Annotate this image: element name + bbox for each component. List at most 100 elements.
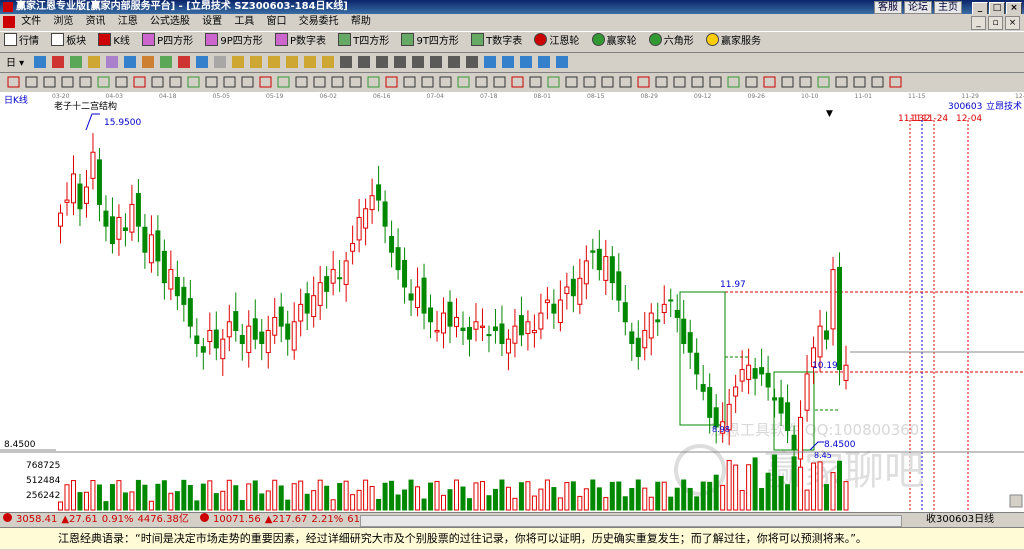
drawing-tool-icon[interactable] xyxy=(61,76,74,88)
drawing-tool-icon[interactable] xyxy=(475,76,488,88)
period-tool-icon[interactable] xyxy=(268,56,280,68)
period-tool-icon[interactable] xyxy=(556,56,568,68)
period-tool-icon[interactable] xyxy=(322,56,334,68)
menu-browse[interactable]: 浏览 xyxy=(53,16,73,27)
drawing-tool-icon[interactable] xyxy=(493,76,506,88)
drawing-tool-icon[interactable] xyxy=(385,76,398,88)
drawing-tool-icon[interactable] xyxy=(331,76,344,88)
period-tool-icon[interactable] xyxy=(412,56,424,68)
link-service[interactable]: 客服 xyxy=(874,1,902,14)
drawing-tool-icon[interactable] xyxy=(313,76,326,88)
drawing-tool-icon[interactable] xyxy=(691,76,704,88)
drawing-tool-icon[interactable] xyxy=(349,76,362,88)
drawing-tool-icon[interactable] xyxy=(97,76,110,88)
period-tool-icon[interactable] xyxy=(304,56,316,68)
period-tool-icon[interactable] xyxy=(448,56,460,68)
drawing-tool-icon[interactable] xyxy=(241,76,254,88)
tb-quotes[interactable]: 行情 xyxy=(0,32,39,52)
period-tool-icon[interactable] xyxy=(70,56,82,68)
drawing-tool-icon[interactable] xyxy=(889,76,902,88)
drawing-toolbar-icons[interactable] xyxy=(0,72,1024,92)
period-tool-icon[interactable] xyxy=(394,56,406,68)
link-forum[interactable]: 论坛 xyxy=(904,1,932,14)
drawing-tool-icon[interactable] xyxy=(835,76,848,88)
period-tool-icon[interactable] xyxy=(52,56,64,68)
period-tool-icon[interactable] xyxy=(430,56,442,68)
mdi-minimize-button[interactable]: _ xyxy=(971,16,986,30)
tb-9p-square[interactable]: 9P四方形 xyxy=(201,32,263,52)
menu-settings[interactable]: 设置 xyxy=(202,16,222,27)
drawing-tool-icon[interactable] xyxy=(709,76,722,88)
tb-winner-wheel[interactable]: 赢家轮 xyxy=(588,32,637,52)
period-tool-icon[interactable] xyxy=(34,56,46,68)
drawing-tool-icon[interactable] xyxy=(871,76,884,88)
drawing-tool-icon[interactable] xyxy=(745,76,758,88)
menu-window[interactable]: 窗口 xyxy=(267,16,287,27)
drawing-tool-icon[interactable] xyxy=(205,76,218,88)
drawing-tool-icon[interactable] xyxy=(259,76,272,88)
menu-formula[interactable]: 公式选股 xyxy=(150,16,190,27)
period-tool-icon[interactable] xyxy=(124,56,136,68)
drawing-tool-icon[interactable] xyxy=(781,76,794,88)
drawing-tool-icon[interactable] xyxy=(601,76,614,88)
horizontal-scrollbar[interactable] xyxy=(360,515,902,527)
drawing-tool-icon[interactable] xyxy=(565,76,578,88)
drawing-tool-icon[interactable] xyxy=(547,76,560,88)
menu-gann[interactable]: 江恩 xyxy=(118,16,138,27)
drawing-tool-icon[interactable] xyxy=(43,76,56,88)
drawing-tool-icon[interactable] xyxy=(169,76,182,88)
kline-chart[interactable]: 03-20 04-03 04-18 05-05 05-19 06-02 06-16 07-04… xyxy=(0,92,1024,512)
drawing-tool-icon[interactable] xyxy=(277,76,290,88)
drawing-tool-icon[interactable] xyxy=(817,76,830,88)
drawing-tool-icon[interactable] xyxy=(187,76,200,88)
tb-sector[interactable]: 板块 xyxy=(47,32,86,52)
link-home[interactable]: 主页 xyxy=(934,1,962,14)
period-tool-icon[interactable] xyxy=(232,56,244,68)
period-tool-icon[interactable] xyxy=(502,56,514,68)
menu-trade[interactable]: 交易委托 xyxy=(299,16,339,27)
drawing-tool-icon[interactable] xyxy=(637,76,650,88)
drawing-tool-icon[interactable] xyxy=(223,76,236,88)
period-tool-icon[interactable] xyxy=(358,56,370,68)
tb-kline[interactable]: K线 xyxy=(94,32,130,52)
period-tool-icon[interactable] xyxy=(520,56,532,68)
period-tool-icon[interactable] xyxy=(106,56,118,68)
mdi-restore-button[interactable]: ▫ xyxy=(988,16,1003,30)
drawing-tool-icon[interactable] xyxy=(295,76,308,88)
drawing-tool-icon[interactable] xyxy=(403,76,416,88)
vscroll-button[interactable] xyxy=(1009,494,1023,508)
drawing-tool-icon[interactable] xyxy=(367,76,380,88)
drawing-tool-icon[interactable] xyxy=(529,76,542,88)
drawing-tool-icon[interactable] xyxy=(763,76,776,88)
tb-gann-wheel[interactable]: 江恩轮 xyxy=(530,32,579,52)
drawing-tool-icon[interactable] xyxy=(133,76,146,88)
period-tool-icon[interactable] xyxy=(286,56,298,68)
drawing-tool-icon[interactable] xyxy=(115,76,128,88)
period-tool-icon[interactable] xyxy=(376,56,388,68)
drawing-tool-icon[interactable] xyxy=(853,76,866,88)
drawing-tool-icon[interactable] xyxy=(511,76,524,88)
drawing-tool-icon[interactable] xyxy=(7,76,20,88)
period-tool-icon[interactable] xyxy=(160,56,172,68)
drawing-tool-icon[interactable] xyxy=(151,76,164,88)
tb-9t-square[interactable]: 9T四方形 xyxy=(397,32,459,52)
tb-hexagon[interactable]: 六角形 xyxy=(645,32,694,52)
drawing-tool-icon[interactable] xyxy=(727,76,740,88)
menu-news[interactable]: 资讯 xyxy=(86,16,106,27)
drawing-tool-icon[interactable] xyxy=(619,76,632,88)
drawing-tool-icon[interactable] xyxy=(799,76,812,88)
drawing-tool-icon[interactable] xyxy=(583,76,596,88)
period-tool-icon[interactable] xyxy=(340,56,352,68)
menu-file[interactable]: 文件 xyxy=(21,16,41,27)
tb-t-square[interactable]: T四方形 xyxy=(334,32,389,52)
period-tool-icon[interactable] xyxy=(538,56,550,68)
period-tool-icon[interactable] xyxy=(196,56,208,68)
tb-winner-service[interactable]: 赢家服务 xyxy=(702,32,761,52)
drawing-tool-icon[interactable] xyxy=(655,76,668,88)
tb-p-table[interactable]: P数字表 xyxy=(271,32,326,52)
period-tool-icon[interactable] xyxy=(142,56,154,68)
period-tool-icon[interactable] xyxy=(88,56,100,68)
period-tool-icon[interactable] xyxy=(484,56,496,68)
period-tool-icon[interactable] xyxy=(250,56,262,68)
drawing-tool-icon[interactable] xyxy=(457,76,470,88)
